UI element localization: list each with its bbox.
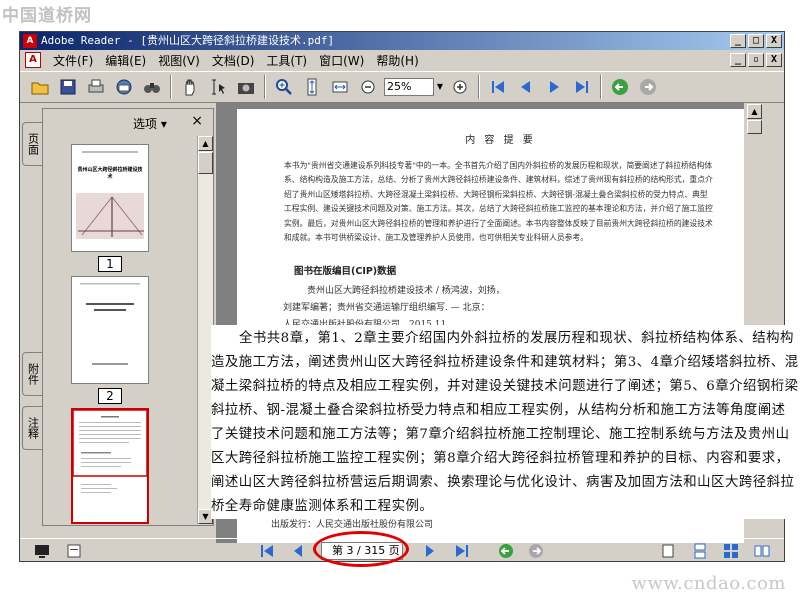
options-menu-button[interactable]: 选项 ▾ bbox=[133, 115, 167, 132]
facing-layout-icon[interactable] bbox=[723, 543, 739, 559]
title-bar[interactable]: A Adobe Reader - [贵州山区大跨径斜拉桥建设技术.pdf] _ … bbox=[20, 32, 784, 50]
toolbar-separator bbox=[478, 75, 480, 99]
thumbnail-page-label-1: 1 bbox=[98, 256, 122, 272]
email-icon[interactable] bbox=[110, 74, 138, 100]
publisher-line: 出版发行：人民交通出版社股份有限公司 bbox=[271, 520, 434, 530]
toolbar: 25% ▼ bbox=[20, 71, 784, 103]
watermark-bottom: www.cndao.com bbox=[631, 573, 786, 594]
continuous-facing-layout-icon[interactable] bbox=[754, 543, 770, 559]
page-thumbnail-3-selected[interactable] bbox=[71, 408, 149, 524]
status-first-page-icon[interactable] bbox=[259, 543, 275, 559]
maximize-button[interactable]: □ bbox=[748, 34, 764, 48]
document-properties-icon[interactable] bbox=[66, 543, 82, 559]
save-icon[interactable] bbox=[54, 74, 82, 100]
toolbar-separator bbox=[264, 75, 266, 99]
go-back-icon[interactable] bbox=[606, 74, 634, 100]
menu-bar: A 文件(F) 编辑(E) 视图(V) 文档(D) 工具(T) 窗口(W) 帮助… bbox=[20, 50, 784, 70]
zoom-dropdown-arrow-icon[interactable]: ▼ bbox=[434, 78, 446, 96]
thumbnail-list: 贵州山区大跨径斜拉桥建设技术 1 2 bbox=[43, 136, 198, 524]
print-icon[interactable] bbox=[82, 74, 110, 100]
status-last-page-icon[interactable] bbox=[454, 543, 470, 559]
tab-pages[interactable]: 页面 bbox=[22, 122, 42, 166]
page-thumbnail-1[interactable]: 贵州山区大跨径斜拉桥建设技术 bbox=[71, 144, 149, 252]
hand-tool-icon[interactable] bbox=[176, 74, 204, 100]
toolbar-separator bbox=[600, 75, 602, 99]
first-page-icon[interactable] bbox=[484, 74, 512, 100]
menu-document[interactable]: 文档(D) bbox=[206, 52, 261, 69]
single-page-layout-icon[interactable] bbox=[660, 543, 676, 559]
toolbar-separator bbox=[170, 75, 172, 99]
continuous-layout-icon[interactable] bbox=[692, 543, 708, 559]
status-go-back-icon[interactable] bbox=[498, 543, 514, 559]
search-binoculars-icon[interactable] bbox=[138, 74, 166, 100]
adobe-reader-icon: A bbox=[23, 34, 37, 48]
doc-scrollbar-thumb[interactable] bbox=[747, 120, 762, 134]
minimize-button[interactable]: _ bbox=[730, 34, 746, 48]
overlay-description-text: 全书共8章，第1、2章主要介绍国内外斜拉桥的发展历程和现状、斜拉桥结构体系、结构… bbox=[211, 325, 799, 519]
page-heading: 内 容 提 要 bbox=[465, 135, 536, 146]
status-next-page-icon[interactable] bbox=[422, 543, 438, 559]
doc-minimize-button[interactable]: _ bbox=[730, 53, 746, 67]
tab-comments[interactable]: 注释 bbox=[22, 406, 42, 450]
screen-icon[interactable] bbox=[34, 543, 50, 559]
status-go-forward-icon[interactable] bbox=[528, 543, 544, 559]
select-text-icon[interactable] bbox=[204, 74, 232, 100]
doc-restore-button[interactable]: ▫ bbox=[748, 53, 764, 67]
zoom-out-icon[interactable] bbox=[354, 74, 382, 100]
open-folder-icon[interactable] bbox=[26, 74, 54, 100]
doc-scroll-up-arrow-icon[interactable]: ▲ bbox=[747, 104, 762, 119]
menu-edit[interactable]: 编辑(E) bbox=[99, 52, 152, 69]
menu-window[interactable]: 窗口(W) bbox=[313, 52, 370, 69]
menu-view[interactable]: 视图(V) bbox=[152, 52, 206, 69]
panel-header: 选项 ▾ × bbox=[43, 109, 213, 135]
content-summary-text: 本书为"贵州省交通建设系列科技专著"中的一本。全书首先介绍了国内外斜拉桥的发展历… bbox=[284, 161, 713, 243]
page-indicator-highlight-circle bbox=[313, 531, 409, 567]
doc-close-button[interactable]: X bbox=[766, 53, 782, 67]
fit-height-icon[interactable] bbox=[298, 74, 326, 100]
page-thumbnails-panel: 选项 ▾ × 贵州山区大跨径斜拉桥建设技术 1 2 ▲ ▼ bbox=[42, 108, 214, 526]
panel-close-button[interactable]: × bbox=[191, 113, 203, 129]
fit-width-icon[interactable] bbox=[326, 74, 354, 100]
snapshot-camera-icon[interactable] bbox=[232, 74, 260, 100]
zoom-in-icon[interactable] bbox=[446, 74, 474, 100]
last-page-icon[interactable] bbox=[568, 74, 596, 100]
menu-tools[interactable]: 工具(T) bbox=[260, 52, 313, 69]
page-thumbnail-2[interactable] bbox=[71, 276, 149, 384]
window-title: Adobe Reader - [贵州山区大跨径斜拉桥建设技术.pdf] bbox=[41, 34, 335, 47]
cip-title: 图书在版编目(CIP)数据 bbox=[294, 266, 397, 277]
thumbnail-page-label-2: 2 bbox=[98, 388, 122, 404]
previous-page-icon[interactable] bbox=[512, 74, 540, 100]
pdf-document-icon[interactable]: A bbox=[25, 52, 41, 68]
watermark-top: 中国道桥网 bbox=[2, 6, 92, 26]
cip-line: 刘建军编著；贵州省交通运输厅组织编写. — 北京： bbox=[283, 303, 490, 313]
zoom-in-magnifier-icon[interactable] bbox=[270, 74, 298, 100]
menu-help[interactable]: 帮助(H) bbox=[370, 52, 424, 69]
cip-line: 贵州山区大跨径斜拉桥建设技术 / 杨鸿波，刘扬， bbox=[307, 286, 505, 296]
scrollbar-thumb[interactable] bbox=[198, 152, 213, 174]
tab-attachments[interactable]: 附件 bbox=[22, 352, 42, 396]
go-forward-icon[interactable] bbox=[634, 74, 662, 100]
scroll-up-arrow-icon[interactable]: ▲ bbox=[198, 136, 213, 151]
side-tabs: 页面 附件 注释 bbox=[22, 122, 42, 552]
next-page-icon[interactable] bbox=[540, 74, 568, 100]
status-previous-page-icon[interactable] bbox=[290, 543, 306, 559]
menu-file[interactable]: 文件(F) bbox=[47, 52, 99, 69]
zoom-level-field[interactable]: 25% bbox=[384, 78, 434, 96]
close-button[interactable]: X bbox=[766, 34, 782, 48]
